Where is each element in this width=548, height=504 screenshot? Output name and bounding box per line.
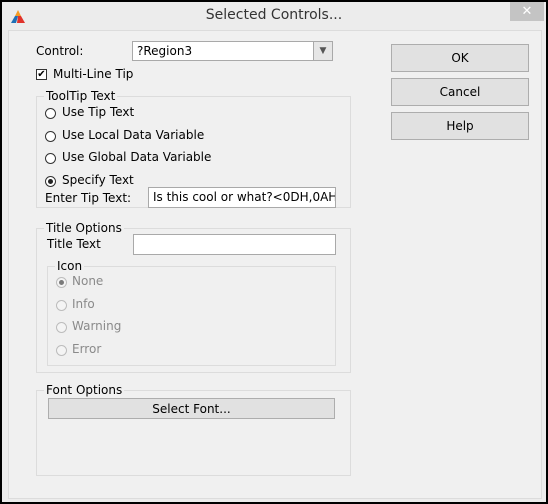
- multiline-tip-checkbox[interactable]: ✔: [36, 69, 47, 80]
- chevron-down-icon[interactable]: ▼: [313, 42, 332, 60]
- icon-group-label: Icon: [55, 259, 85, 273]
- select-font-button[interactable]: Select Font...: [48, 398, 335, 419]
- title-bar: Selected Controls... ✕: [2, 2, 546, 30]
- tooltip-group-label: ToolTip Text: [44, 89, 118, 103]
- enter-tip-text-label: Enter Tip Text:: [45, 191, 132, 205]
- icon-none-label: None: [72, 274, 104, 288]
- specify-text-label: Specify Text: [62, 173, 134, 187]
- dialog-window: Selected Controls... ✕ Control: ?Region3…: [2, 2, 546, 502]
- cancel-button[interactable]: Cancel: [391, 78, 529, 106]
- radio-use-local-data-variable[interactable]: [45, 131, 56, 142]
- help-button[interactable]: Help: [391, 112, 529, 140]
- use-local-data-variable-label: Use Local Data Variable: [62, 128, 205, 142]
- close-icon: ✕: [521, 4, 533, 19]
- radio-specify-text[interactable]: [45, 176, 56, 187]
- radio-icon-none[interactable]: [56, 277, 67, 288]
- use-tip-text-label: Use Tip Text: [62, 105, 135, 119]
- control-label: Control:: [36, 44, 84, 58]
- control-value: ?Region3: [137, 44, 193, 58]
- title-text-label: Title Text: [47, 237, 101, 251]
- use-global-data-variable-label: Use Global Data Variable: [62, 150, 212, 164]
- title-options-group-label: Title Options: [44, 221, 124, 235]
- radio-use-tip-text[interactable]: [45, 108, 56, 119]
- font-options-group-label: Font Options: [44, 383, 125, 397]
- icon-error-label: Error: [72, 342, 102, 356]
- multiline-tip-label: Multi-Line Tip: [53, 67, 134, 81]
- icon-warning-label: Warning: [72, 319, 122, 333]
- radio-icon-error[interactable]: [56, 345, 67, 356]
- icon-info-label: Info: [72, 297, 95, 311]
- radio-use-global-data-variable[interactable]: [45, 153, 56, 164]
- close-button[interactable]: ✕: [510, 2, 544, 21]
- radio-icon-info[interactable]: [56, 300, 67, 311]
- radio-icon-warning[interactable]: [56, 322, 67, 333]
- title-text-input[interactable]: [133, 234, 336, 255]
- tip-text-input[interactable]: Is this cool or what?<0DH,0AH>a: [148, 187, 336, 208]
- dialog-client: Control: ?Region3 ▼ ✔ Multi-Line Tip Too…: [8, 30, 542, 499]
- ok-button[interactable]: OK: [391, 44, 529, 72]
- window-title: Selected Controls...: [205, 7, 343, 23]
- control-combobox[interactable]: ?Region3 ▼: [132, 41, 333, 61]
